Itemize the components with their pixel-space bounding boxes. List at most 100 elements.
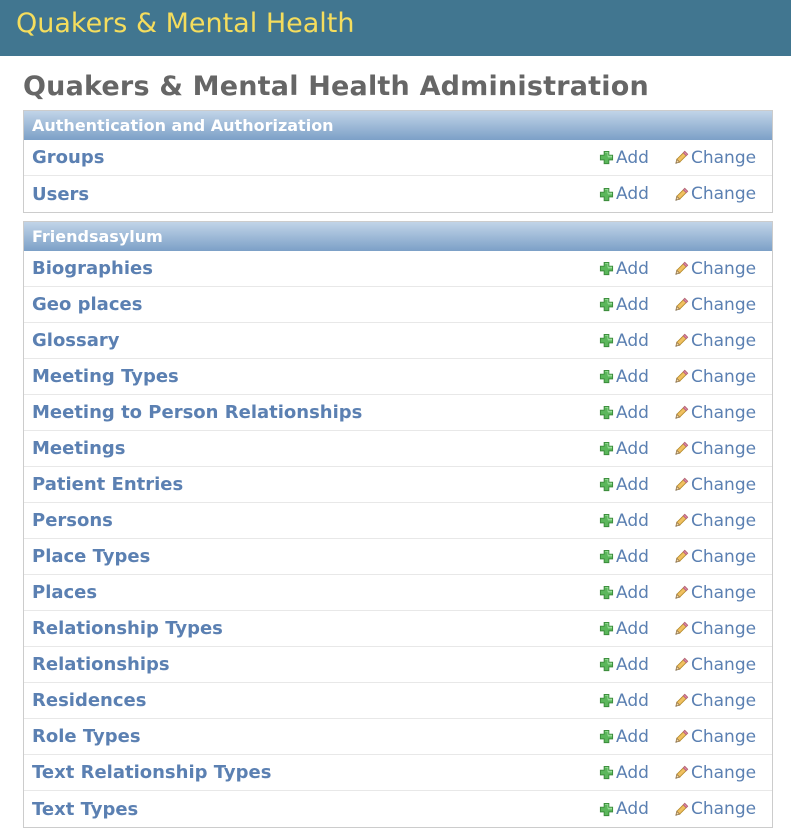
model-link-patient-entries[interactable]: Patient Entries: [32, 474, 183, 495]
add-label: Add: [616, 147, 649, 168]
change-link[interactable]: Change: [674, 799, 756, 819]
add-label: Add: [616, 510, 649, 531]
pencil-icon: [674, 187, 689, 202]
pencil-icon: [674, 657, 689, 672]
plus-icon: [599, 187, 614, 202]
model-link-meetings[interactable]: Meetings: [32, 438, 126, 459]
pencil-icon: [674, 621, 689, 636]
change-link[interactable]: Change: [674, 511, 756, 531]
model-link-relationships[interactable]: Relationships: [32, 654, 170, 675]
change-link[interactable]: Change: [674, 331, 756, 351]
add-label: Add: [616, 438, 649, 459]
change-link[interactable]: Change: [674, 547, 756, 567]
model-link-geo-places[interactable]: Geo places: [32, 294, 142, 315]
change-link[interactable]: Change: [674, 403, 756, 423]
add-link[interactable]: Add: [599, 655, 649, 675]
pencil-icon: [674, 333, 689, 348]
pencil-icon: [674, 405, 689, 420]
pencil-icon: [674, 261, 689, 276]
add-link[interactable]: Add: [599, 367, 649, 387]
model-link-users[interactable]: Users: [32, 184, 89, 205]
add-link[interactable]: Add: [599, 691, 649, 711]
add-link[interactable]: Add: [599, 184, 649, 204]
add-link[interactable]: Add: [599, 439, 649, 459]
change-label: Change: [691, 546, 757, 567]
model-row-meetings: Meetings Add Change: [24, 431, 772, 467]
plus-icon: [599, 369, 614, 384]
model-row-meeting-to-person-relationships: Meeting to Person Relationships Add Chan…: [24, 395, 772, 431]
pencil-icon: [674, 765, 689, 780]
model-link-relationship-types[interactable]: Relationship Types: [32, 618, 223, 639]
change-link[interactable]: Change: [674, 691, 756, 711]
plus-icon: [599, 261, 614, 276]
change-link[interactable]: Change: [674, 655, 756, 675]
model-link-meeting-to-person-relationships[interactable]: Meeting to Person Relationships: [32, 402, 362, 423]
add-link[interactable]: Add: [599, 547, 649, 567]
change-link[interactable]: Change: [674, 367, 756, 387]
model-link-biographies[interactable]: Biographies: [32, 258, 153, 279]
site-name[interactable]: Quakers & Mental Health: [16, 10, 354, 37]
add-link[interactable]: Add: [599, 619, 649, 639]
add-link[interactable]: Add: [599, 148, 649, 168]
change-link[interactable]: Change: [674, 148, 756, 168]
change-link[interactable]: Change: [674, 295, 756, 315]
plus-icon: [599, 765, 614, 780]
pencil-icon: [674, 369, 689, 384]
change-label: Change: [691, 582, 757, 603]
pencil-icon: [674, 729, 689, 744]
model-row-text-relationship-types: Text Relationship Types Add Change: [24, 755, 772, 791]
add-link[interactable]: Add: [599, 583, 649, 603]
module-caption[interactable]: Friendsasylum: [24, 222, 772, 251]
plus-icon: [599, 441, 614, 456]
model-link-residences[interactable]: Residences: [32, 690, 146, 711]
add-link[interactable]: Add: [599, 259, 649, 279]
add-label: Add: [616, 294, 649, 315]
model-row-groups: Groups Add Change: [24, 140, 772, 176]
model-link-persons[interactable]: Persons: [32, 510, 113, 531]
model-link-glossary[interactable]: Glossary: [32, 330, 120, 351]
add-link[interactable]: Add: [599, 295, 649, 315]
add-label: Add: [616, 184, 649, 204]
change-link[interactable]: Change: [674, 727, 756, 747]
pencil-icon: [674, 549, 689, 564]
change-link[interactable]: Change: [674, 439, 756, 459]
model-link-text-relationship-types[interactable]: Text Relationship Types: [32, 762, 271, 783]
change-label: Change: [691, 618, 757, 639]
model-link-groups[interactable]: Groups: [32, 147, 104, 168]
module-caption[interactable]: Authentication and Authorization: [24, 111, 772, 140]
change-link[interactable]: Change: [674, 184, 756, 204]
change-link[interactable]: Change: [674, 475, 756, 495]
plus-icon: [599, 693, 614, 708]
add-link[interactable]: Add: [599, 727, 649, 747]
add-link[interactable]: Add: [599, 403, 649, 423]
change-label: Change: [691, 654, 757, 675]
add-label: Add: [616, 546, 649, 567]
change-link[interactable]: Change: [674, 259, 756, 279]
add-label: Add: [616, 258, 649, 279]
model-link-text-types[interactable]: Text Types: [32, 799, 138, 820]
add-label: Add: [616, 762, 649, 783]
change-label: Change: [691, 438, 757, 459]
model-row-relationships: Relationships Add Change: [24, 647, 772, 683]
plus-icon: [599, 297, 614, 312]
add-label: Add: [616, 799, 649, 819]
model-link-role-types[interactable]: Role Types: [32, 726, 141, 747]
model-link-places[interactable]: Places: [32, 582, 97, 603]
plus-icon: [599, 621, 614, 636]
add-link[interactable]: Add: [599, 475, 649, 495]
site-header: Quakers & Mental Health: [0, 0, 791, 56]
change-link[interactable]: Change: [674, 763, 756, 783]
change-link[interactable]: Change: [674, 619, 756, 639]
add-label: Add: [616, 474, 649, 495]
add-link[interactable]: Add: [599, 331, 649, 351]
app-module-list: Authentication and Authorization Groups A…: [23, 110, 773, 828]
plus-icon: [599, 802, 614, 817]
model-link-meeting-types[interactable]: Meeting Types: [32, 366, 179, 387]
add-link[interactable]: Add: [599, 511, 649, 531]
change-link[interactable]: Change: [674, 583, 756, 603]
add-link[interactable]: Add: [599, 763, 649, 783]
add-link[interactable]: Add: [599, 799, 649, 819]
plus-icon: [599, 729, 614, 744]
pencil-icon: [674, 297, 689, 312]
model-link-place-types[interactable]: Place Types: [32, 546, 150, 567]
